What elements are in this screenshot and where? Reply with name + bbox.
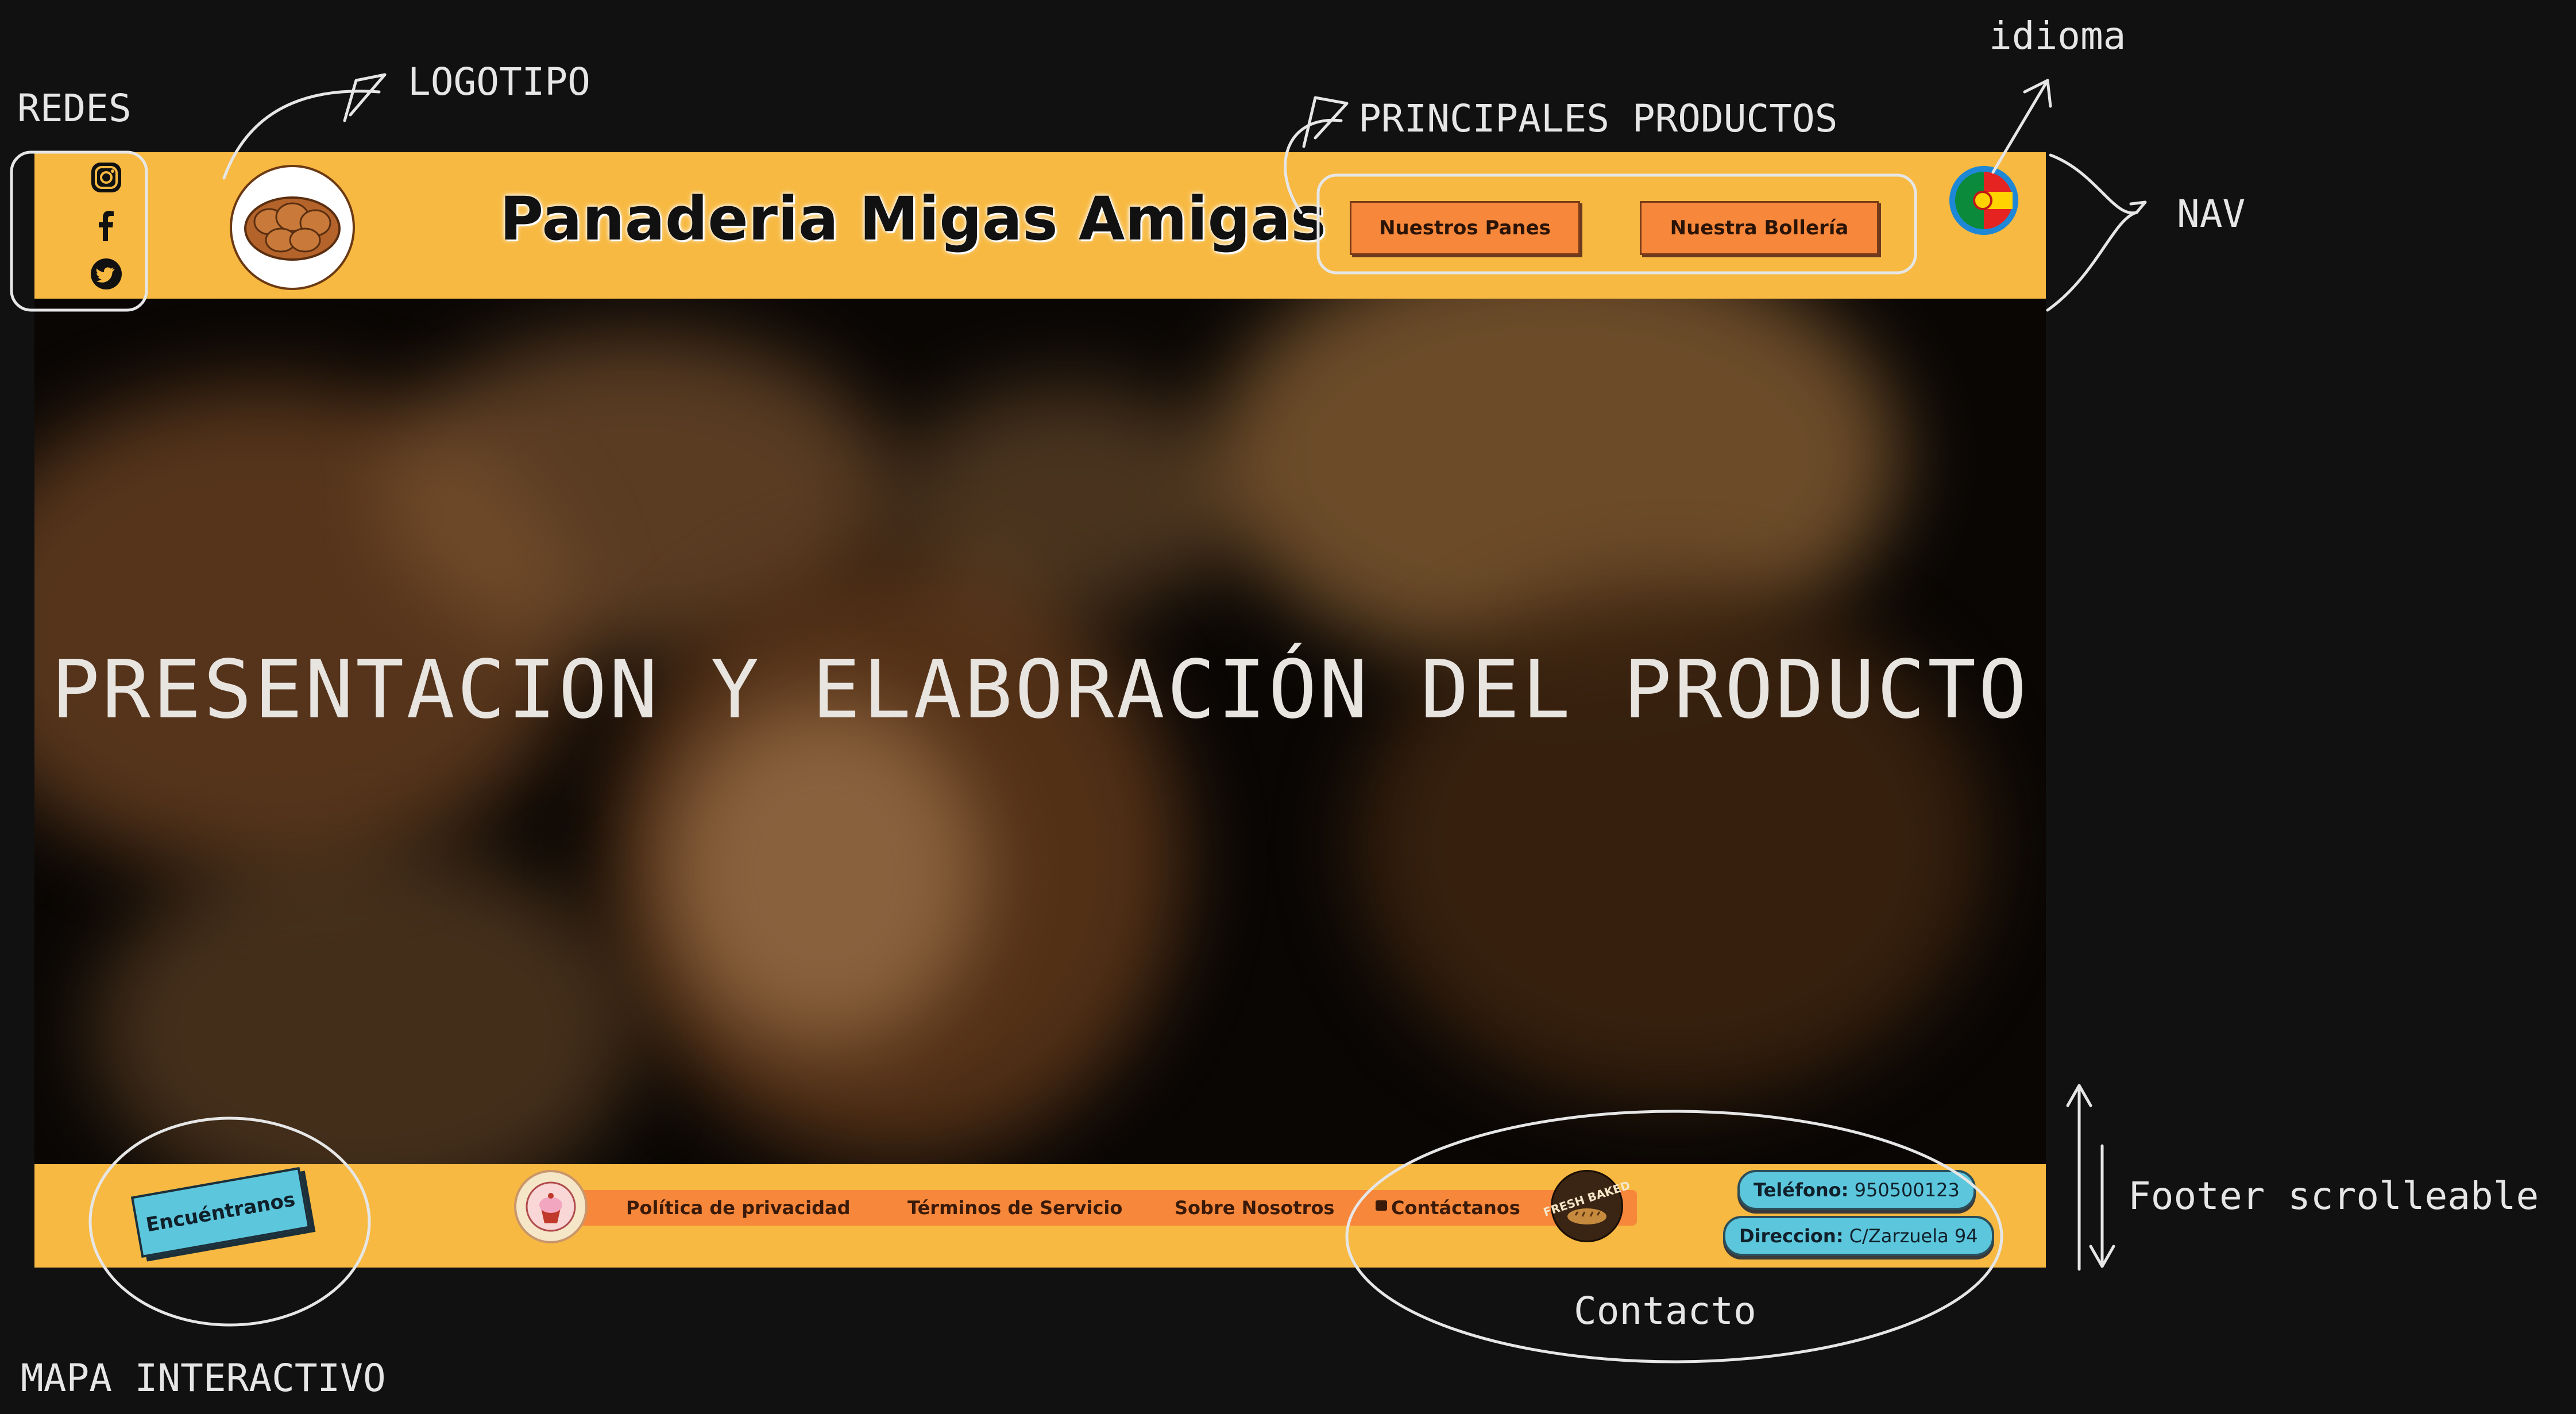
idioma-arrow xyxy=(1991,79,2049,174)
mapa-ellipse xyxy=(88,1116,371,1327)
idioma-arrow-head xyxy=(2023,79,2052,108)
productos-arrow xyxy=(1284,118,1343,214)
nav-brace xyxy=(2046,153,2138,312)
contacto-ellipse xyxy=(1345,1110,2003,1363)
redes-outline xyxy=(10,150,148,312)
productos-arrow-head xyxy=(1302,96,1349,148)
productos-outline xyxy=(1316,173,1917,275)
logotipo-arrow xyxy=(222,90,381,180)
sketch-overlay xyxy=(10,73,2147,1363)
nav-brace-tip xyxy=(2129,200,2147,214)
logotipo-arrow-head xyxy=(343,73,387,122)
